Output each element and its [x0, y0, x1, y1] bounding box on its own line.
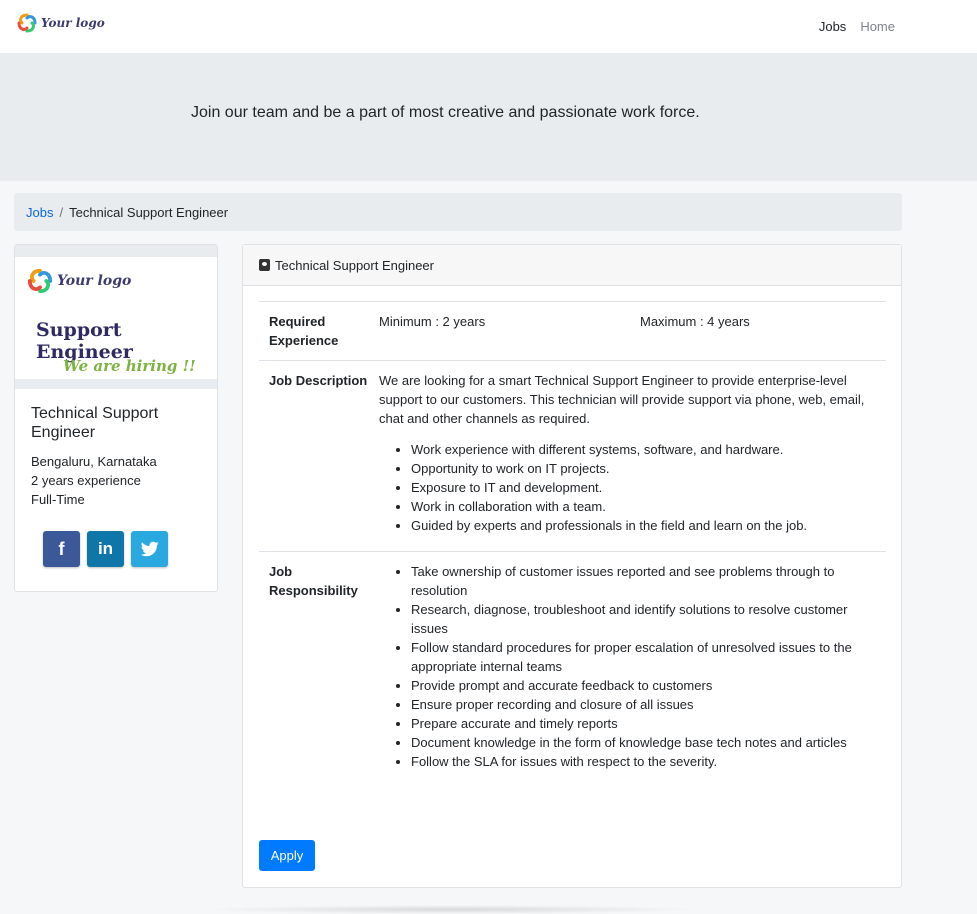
facebook-share-button[interactable]: f	[43, 531, 80, 567]
banner-logo-text: Your logo	[57, 273, 132, 289]
table-row: Job Description We are looking for a sma…	[259, 360, 886, 551]
hiring-banner-image: Your logo Support Engineer We are hiring…	[15, 257, 217, 379]
list-item: Guided by experts and professionals in t…	[411, 516, 886, 535]
linkedin-icon: in	[97, 539, 114, 558]
job-detail-header: Technical Support Engineer	[243, 245, 901, 286]
card-mid-band	[15, 379, 217, 389]
description-text: We are looking for a smart Technical Sup…	[379, 373, 865, 426]
hero-banner: Join our team and be a part of most crea…	[0, 53, 977, 181]
breadcrumb-separator: /	[59, 205, 64, 220]
list-item: Ensure proper recording and closure of a…	[411, 695, 886, 714]
description-label: Job Description	[269, 373, 368, 388]
linkedin-share-button[interactable]: in	[87, 531, 124, 567]
responsibility-list: Take ownership of customer issues report…	[379, 562, 886, 771]
responsibility-label: Job Responsibility	[269, 564, 358, 598]
breadcrumb-current: Technical Support Engineer	[69, 205, 229, 220]
list-item: Follow standard procedures for proper es…	[411, 638, 886, 676]
banner-hiring-text: We are hiring !!	[63, 357, 196, 375]
experience-min: Minimum : 2 years	[379, 314, 486, 329]
list-item: Research, diagnose, troubleshoot and ide…	[411, 600, 886, 638]
footer-shadow	[200, 905, 700, 914]
id-card-icon	[259, 259, 270, 271]
social-share-buttons: f in	[31, 531, 201, 567]
logo-mark-icon	[27, 268, 53, 294]
top-navbar: Your logo Jobs Home	[0, 0, 977, 53]
list-item: Document knowledge in the form of knowle…	[411, 733, 886, 752]
description-content: We are looking for a smart Technical Sup…	[379, 371, 886, 535]
experience-values: Minimum : 2 years Maximum : 4 years	[379, 312, 886, 350]
logo-mark-icon	[17, 13, 37, 33]
description-list: Work experience with different systems, …	[379, 440, 886, 535]
list-item: Follow the SLA for issues with respect t…	[411, 752, 886, 771]
list-item: Exposure to IT and development.	[411, 478, 886, 497]
responsibility-content: Take ownership of customer issues report…	[379, 562, 886, 771]
job-summary-card: Your logo Support Engineer We are hiring…	[14, 244, 218, 592]
twitter-icon	[140, 541, 159, 557]
breadcrumb: Jobs / Technical Support Engineer	[14, 193, 902, 231]
experience-label: Required Experience	[269, 314, 339, 348]
nav-links: Jobs Home	[819, 19, 895, 34]
card-top-band	[15, 245, 217, 257]
job-title: Technical Support Engineer	[31, 405, 159, 441]
twitter-share-button[interactable]	[131, 531, 168, 567]
list-item: Work in collaboration with a team.	[411, 497, 886, 516]
list-item: Opportunity to work on IT projects.	[411, 459, 886, 478]
list-item: Take ownership of customer issues report…	[411, 562, 886, 600]
list-item: Provide prompt and accurate feedback to …	[411, 676, 886, 695]
facebook-icon: f	[58, 538, 65, 559]
job-experience: 2 years experience	[31, 473, 141, 488]
banner-logo: Your logo	[26, 267, 131, 295]
hero-tagline: Join our team and be a part of most crea…	[191, 104, 700, 121]
brand-logo[interactable]: Your logo	[16, 12, 105, 34]
job-location: Bengaluru, Karnataka	[31, 454, 157, 469]
table-row: Required Experience Minimum : 2 years Ma…	[259, 301, 886, 360]
list-item: Prepare accurate and timely reports	[411, 714, 886, 733]
job-detail-card: Technical Support Engineer Required Expe…	[242, 244, 902, 888]
breadcrumb-jobs-link[interactable]: Jobs	[26, 205, 53, 220]
job-detail-title: Technical Support Engineer	[275, 257, 434, 273]
nav-link-home[interactable]: Home	[860, 19, 895, 34]
experience-max: Maximum : 4 years	[640, 314, 750, 329]
job-detail-table: Required Experience Minimum : 2 years Ma…	[259, 301, 886, 781]
apply-button[interactable]: Apply	[259, 840, 315, 871]
table-row: Job Responsibility Take ownership of cus…	[259, 551, 886, 781]
list-item: Work experience with different systems, …	[411, 440, 886, 459]
logo-text: Your logo	[41, 16, 105, 30]
job-summary-body: Technical Support Engineer Bengaluru, Ka…	[15, 389, 217, 582]
job-type: Full-Time	[31, 492, 85, 507]
nav-link-jobs[interactable]: Jobs	[819, 19, 846, 34]
